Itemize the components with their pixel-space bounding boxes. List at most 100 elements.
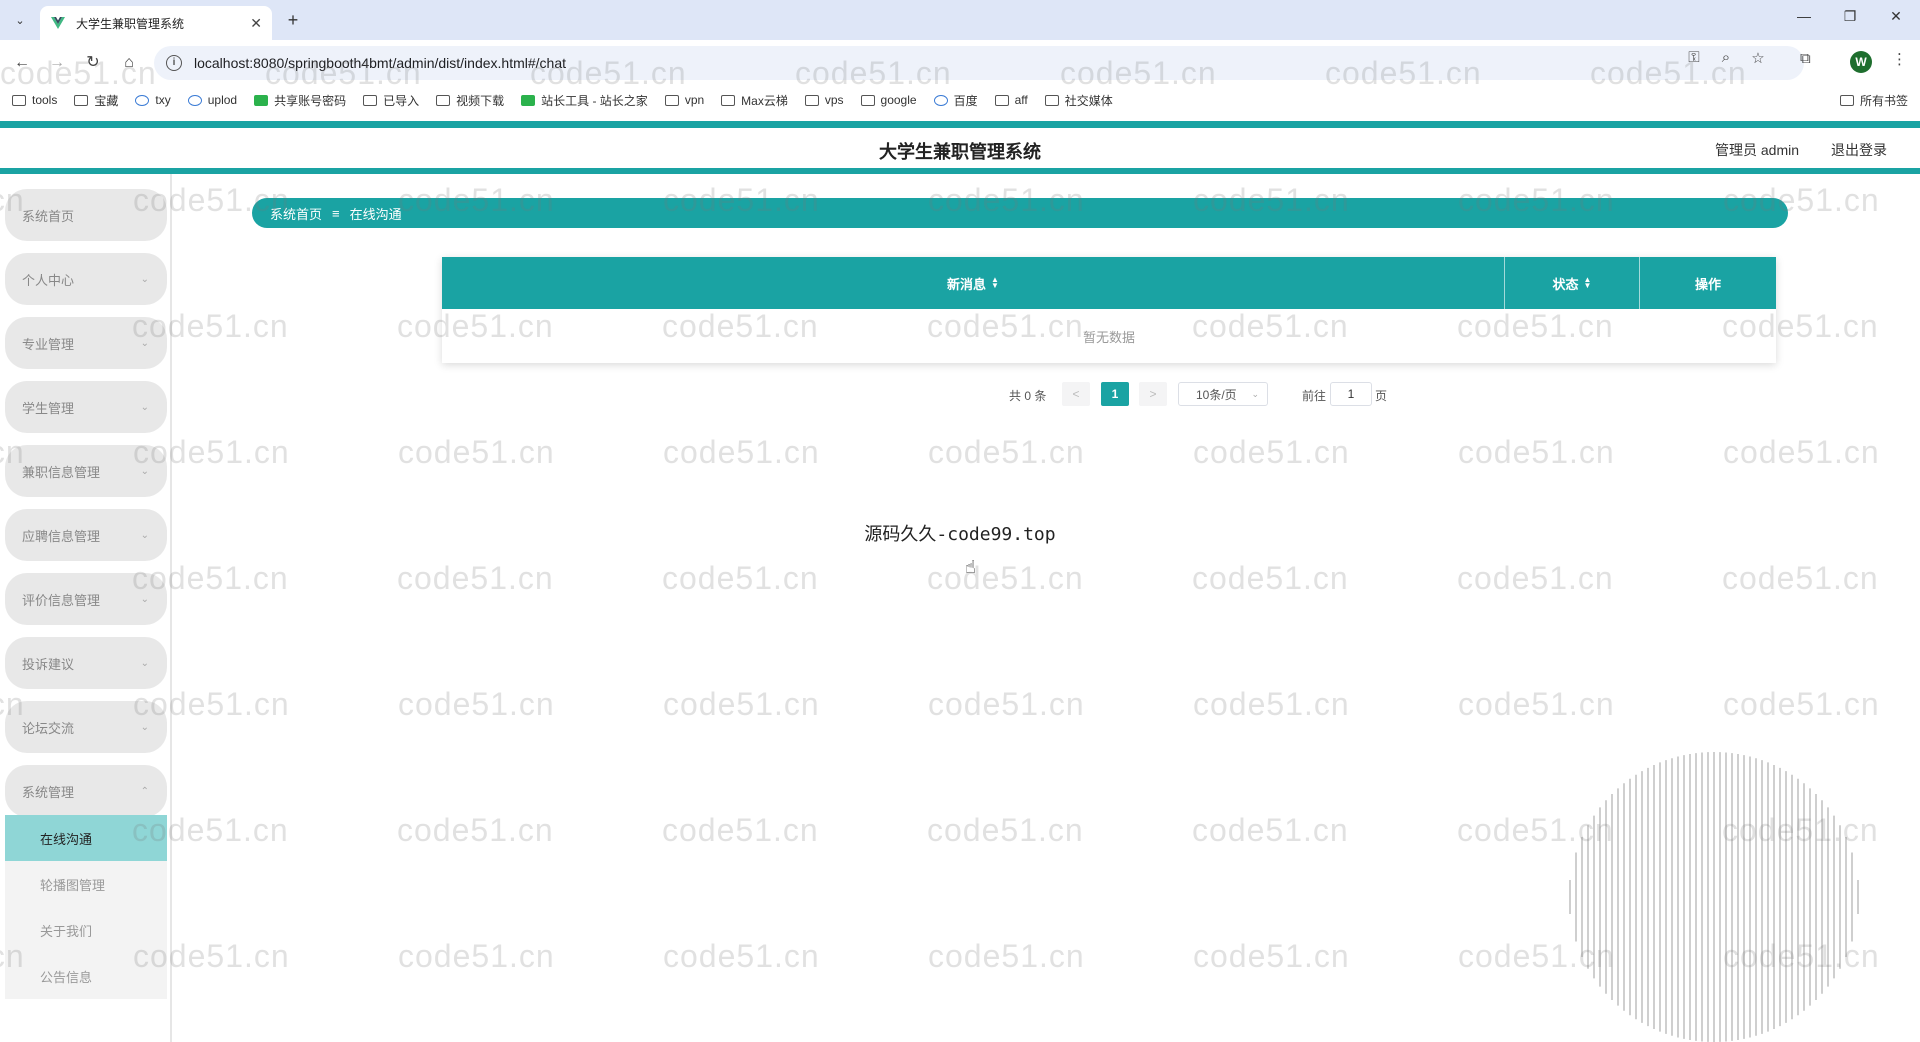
- watermark-text: code51.cn: [928, 938, 1085, 974]
- profile-avatar[interactable]: W: [1850, 51, 1872, 73]
- breadcrumb-separator: ≡: [332, 205, 340, 221]
- site-icon: [254, 94, 269, 106]
- sort-icon[interactable]: ▲ ▼: [1584, 276, 1592, 290]
- page-size-select[interactable]: 10条/页 ⌄: [1178, 382, 1268, 406]
- sidebar-item-forum[interactable]: 论坛交流 ⌄: [5, 701, 167, 753]
- site-icon: [521, 94, 536, 106]
- messages-table: 新消息 ▲ ▼ 状态 ▲ ▼ 操作 暂无数据: [442, 257, 1776, 363]
- folder-icon: [436, 94, 451, 106]
- sidebar-item-complaints[interactable]: 投诉建议 ⌄: [5, 637, 167, 689]
- bookmark-item[interactable]: 百度: [933, 92, 978, 109]
- bookmark-item[interactable]: 共享账号密码: [254, 92, 346, 109]
- folder-icon: [860, 94, 875, 106]
- browser-tab[interactable]: 大学生兼职管理系统 ✕: [40, 6, 272, 40]
- chevron-down-icon: ⌄: [140, 593, 149, 605]
- star-icon[interactable]: ☆: [1748, 49, 1768, 67]
- next-page-button[interactable]: >: [1139, 382, 1167, 406]
- bookmark-item[interactable]: vps: [804, 93, 844, 107]
- watermark-text: code51.cn: [663, 434, 820, 470]
- watermark-text: code51.cn: [398, 434, 555, 470]
- watermark-text: code51.cn: [398, 686, 555, 722]
- bookmark-item[interactable]: 站长工具 - 站长之家: [521, 92, 648, 109]
- sidebar-subitem-chat[interactable]: 在线沟通: [5, 815, 167, 861]
- bookmark-item[interactable]: aff: [994, 93, 1028, 107]
- watermark-text: code51.cn: [1723, 434, 1880, 470]
- prev-page-button[interactable]: <: [1062, 382, 1090, 406]
- bookmark-item[interactable]: tools: [12, 93, 57, 107]
- chevron-down-icon: ⌄: [140, 465, 149, 477]
- chevron-down-icon: ⌄: [140, 721, 149, 733]
- watermark-text: code51.cn: [397, 560, 554, 596]
- bookmark-item[interactable]: uplod: [187, 93, 237, 107]
- url-text[interactable]: localhost:8080/springbooth4bmt/admin/dis…: [194, 55, 566, 71]
- sidebar-item-profile[interactable]: 个人中心 ⌄: [5, 253, 167, 305]
- back-icon[interactable]: ←: [11, 52, 33, 74]
- watermark-text: code51.cn: [927, 560, 1084, 596]
- breadcrumb-home[interactable]: 系统首页: [270, 204, 322, 223]
- watermark-text: code51.cn: [1192, 812, 1349, 848]
- sidebar-subitem-carousel[interactable]: 轮播图管理: [5, 861, 167, 907]
- column-header-new-message[interactable]: 新消息 ▲ ▼: [442, 257, 1505, 309]
- watermark-text: code51.cn: [1723, 686, 1880, 722]
- tab-search-icon[interactable]: ⌄: [8, 8, 32, 32]
- restore-icon[interactable]: ❐: [1838, 8, 1862, 25]
- bookmark-item[interactable]: 社交媒体: [1044, 92, 1113, 109]
- page-button[interactable]: 1: [1101, 382, 1129, 406]
- hand-cursor-icon: ☝: [965, 557, 976, 577]
- vue-logo-icon: [51, 17, 65, 29]
- watermark-text: code51.cn: [1457, 560, 1614, 596]
- address-toolbar: ← → ↻ ⌂ i localhost:8080/springbooth4bmt…: [0, 40, 1920, 86]
- browser-tab-bar: ⌄ 大学生兼职管理系统 ✕ + — ❐ ✕: [0, 0, 1920, 40]
- reload-icon[interactable]: ↻: [82, 52, 104, 74]
- bookmark-item[interactable]: 已导入: [363, 92, 419, 109]
- sidebar-item-home[interactable]: 系统首页: [5, 189, 167, 241]
- goto-page-input[interactable]: 1: [1330, 382, 1372, 406]
- sidebar-subitem-about[interactable]: 关于我们: [5, 907, 167, 953]
- promo-text: 源码久久-code99.top: [864, 524, 1056, 545]
- bookmark-item[interactable]: google: [860, 93, 917, 107]
- bookmark-item[interactable]: Max云梯: [721, 92, 788, 109]
- password-key-icon[interactable]: ⚿: [1684, 49, 1704, 66]
- home-icon[interactable]: ⌂: [118, 52, 140, 74]
- folder-icon: [12, 94, 26, 106]
- baidu-icon: [933, 94, 948, 106]
- app-title: 大学生兼职管理系统: [879, 142, 1041, 162]
- header-divider: [0, 168, 1920, 174]
- sidebar-item-majors[interactable]: 专业管理 ⌄: [5, 317, 167, 369]
- decorative-stripes: [1569, 752, 1859, 1042]
- watermark-text: code51.cn: [1193, 938, 1350, 974]
- sidebar-subitem-notices[interactable]: 公告信息: [5, 953, 167, 999]
- pagination-total: 共 0 条: [1009, 388, 1047, 403]
- extensions-icon[interactable]: ⧉: [1800, 50, 1811, 67]
- bookmark-item[interactable]: 宝藏: [74, 92, 118, 109]
- bookmark-item[interactable]: vpn: [664, 93, 704, 107]
- all-bookmarks[interactable]: 所有书签: [1839, 92, 1908, 109]
- site-info-icon[interactable]: i: [166, 55, 182, 71]
- logout-link[interactable]: 退出登录: [1831, 140, 1887, 160]
- folder-icon: [74, 94, 89, 106]
- sidebar-item-jobs[interactable]: 兼职信息管理 ⌄: [5, 445, 167, 497]
- goto-label: 前往: [1302, 388, 1327, 403]
- sidebar-item-system[interactable]: 系统管理 ⌃: [5, 765, 167, 817]
- new-tab-icon[interactable]: +: [282, 9, 304, 31]
- bookmark-item[interactable]: txy: [135, 93, 171, 107]
- close-icon[interactable]: ✕: [250, 15, 262, 32]
- bookmark-item[interactable]: 视频下载: [436, 92, 504, 109]
- header-accent-bar: [0, 121, 1920, 128]
- sidebar-item-students[interactable]: 学生管理 ⌄: [5, 381, 167, 433]
- watermark-text: code51.cn: [663, 686, 820, 722]
- empty-state: 暂无数据: [1082, 329, 1135, 345]
- more-menu-icon[interactable]: ⋮: [1892, 50, 1907, 68]
- sort-icon[interactable]: ▲ ▼: [991, 276, 999, 290]
- omnibox[interactable]: i localhost:8080/springbooth4bmt/admin/d…: [154, 46, 1804, 80]
- watermark-text: code51.cn: [397, 812, 554, 848]
- minimize-icon[interactable]: —: [1792, 8, 1816, 24]
- bookmarks-bar: tools 宝藏 txy uplod 共享账号密码 已导入 视频下载 站长工具 …: [0, 86, 1920, 114]
- zoom-icon[interactable]: ⌕: [1716, 49, 1736, 66]
- window-close-icon[interactable]: ✕: [1884, 8, 1908, 25]
- watermark-text: code51.cn: [1722, 560, 1879, 596]
- forward-icon[interactable]: →: [46, 52, 68, 74]
- column-header-status[interactable]: 状态 ▲ ▼: [1505, 257, 1640, 309]
- sidebar-item-reviews[interactable]: 评价信息管理 ⌄: [5, 573, 167, 625]
- watermark-text: code51.cn: [928, 686, 1085, 722]
